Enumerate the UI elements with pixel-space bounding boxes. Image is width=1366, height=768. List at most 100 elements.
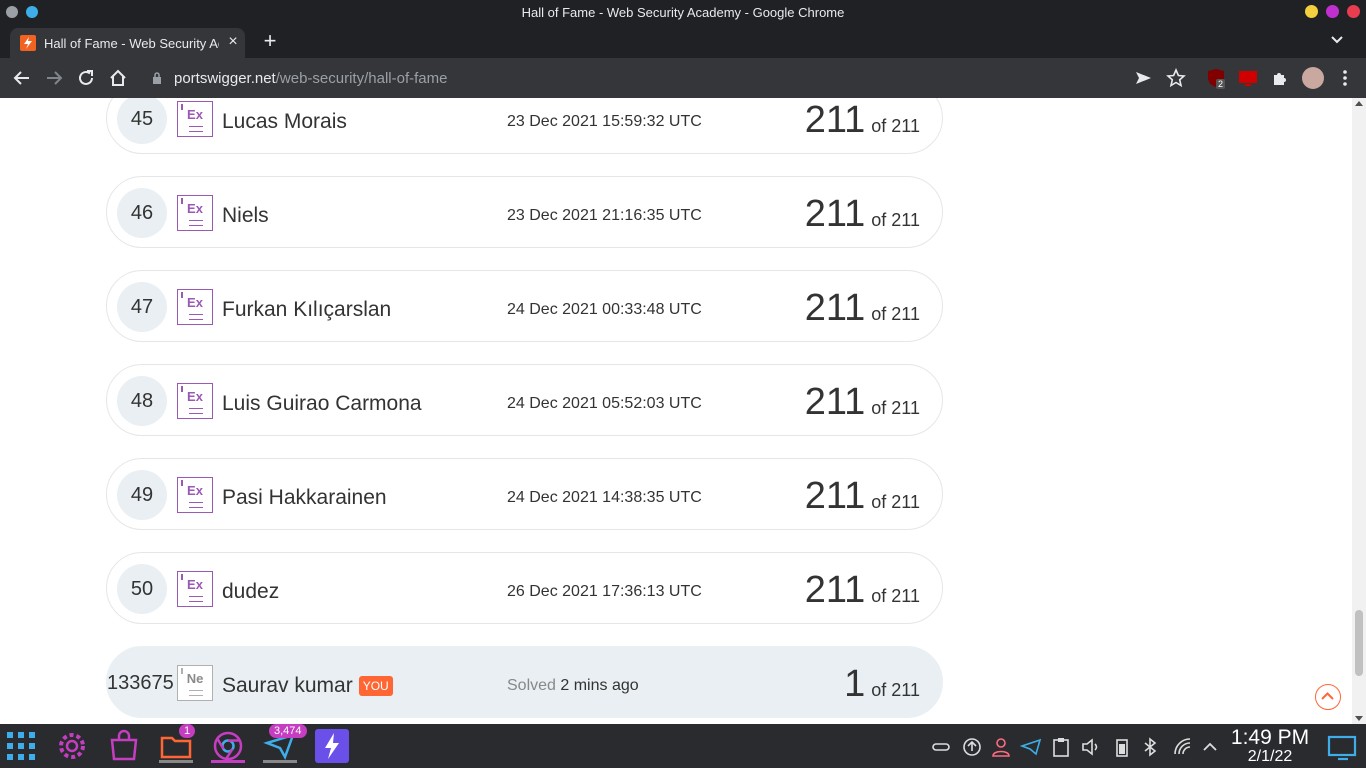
scroll-to-top-button[interactable] [1315, 684, 1341, 710]
bookmark-star-icon[interactable] [1165, 67, 1187, 89]
rank: 133675 [107, 672, 174, 694]
send-icon[interactable] [1132, 67, 1154, 89]
wifi-icon[interactable] [1172, 736, 1194, 758]
completion-date: 24 Dec 2021 00:33:48 UTC [507, 301, 702, 318]
user-name: Lucas Morais [222, 110, 347, 133]
clipboard-icon[interactable] [1050, 736, 1072, 758]
scroll-up-arrow-icon[interactable] [1355, 101, 1363, 106]
tab-search-chevron-icon[interactable] [1330, 33, 1344, 47]
ublock-count-badge: 2 [1216, 79, 1226, 89]
minimize-button[interactable] [1305, 5, 1318, 18]
window-titlebar: Hall of Fame - Web Security Academy - Go… [0, 0, 1366, 24]
notifications-app-button[interactable]: 3,474 [263, 724, 307, 763]
score: 211 of 211 [805, 193, 920, 236]
score: 211 of 211 [805, 475, 920, 518]
active-indicator [263, 760, 297, 763]
leaderboard-row: 47 Ex Furkan Kılıçarslan 24 Dec 2021 00:… [106, 270, 943, 342]
browser-toolbar: portswigger.net/web-security/hall-of-fam… [0, 58, 1366, 98]
solved-label: Solved [507, 677, 556, 694]
menu-kebab-icon[interactable] [1334, 67, 1356, 89]
score: 211 of 211 [805, 99, 920, 142]
score: 211 of 211 [805, 287, 920, 330]
chrome-icon [213, 731, 243, 761]
tab-title: Hall of Fame - Web Security Academy [44, 36, 219, 51]
score-value: 211 [804, 99, 866, 141]
files-notification-badge: 1 [179, 724, 196, 738]
address-bar[interactable]: portswigger.net/web-security/hall-of-fam… [140, 62, 1196, 94]
rank: 49 [117, 470, 167, 520]
settings-gear-icon[interactable] [55, 729, 89, 763]
score-total: of 211 [871, 586, 920, 606]
score-value: 1 [844, 663, 866, 705]
clock-date: 2/1/22 [1247, 748, 1293, 765]
app-notification-badge: 3,474 [269, 724, 307, 738]
lock-icon[interactable] [152, 72, 162, 85]
expert-badge-icon: Ex [177, 477, 213, 513]
portswigger-favicon-icon [20, 35, 36, 51]
battery-icon[interactable] [1111, 736, 1133, 758]
screen-extension-icon[interactable] [1237, 67, 1259, 89]
score-value: 211 [804, 287, 866, 329]
close-window-button[interactable] [1347, 5, 1360, 18]
page-content: 45 Ex Lucas Morais 23 Dec 2021 15:59:32 … [0, 98, 1352, 724]
solved-when: 2 mins ago [560, 677, 639, 694]
score-total: of 211 [871, 492, 920, 512]
tab-hall-of-fame[interactable]: Hall of Fame - Web Security Academy × [10, 28, 245, 58]
completion-date: 24 Dec 2021 14:38:35 UTC [507, 489, 702, 506]
score-value: 211 [804, 569, 866, 611]
user-name: Saurav kumar YOU [222, 674, 393, 698]
extensions-puzzle-icon[interactable] [1269, 67, 1291, 89]
expert-badge-icon: Ex [177, 571, 213, 607]
taskbar-clock[interactable]: 1:49 PM 2/1/22 [1226, 726, 1314, 766]
scroll-down-arrow-icon[interactable] [1355, 716, 1363, 721]
app-launcher-grid-icon[interactable] [4, 729, 38, 763]
usb-icon[interactable] [930, 736, 952, 758]
score: 211 of 211 [805, 381, 920, 424]
leaderboard-row: 46 Ex Niels 23 Dec 2021 21:16:35 UTC 211… [106, 176, 943, 248]
back-arrow-icon[interactable] [11, 67, 33, 89]
reload-icon[interactable] [75, 67, 97, 89]
leaderboard-row: 45 Ex Lucas Morais 23 Dec 2021 15:59:32 … [106, 98, 943, 154]
url-domain: portswigger.net [174, 70, 276, 87]
current-user-row: 133675 Ne Saurav kumar YOU Solved 2 mins … [106, 646, 943, 718]
home-icon[interactable] [107, 67, 129, 89]
maximize-button[interactable] [1326, 5, 1339, 18]
user-name: Pasi Hakkarainen [222, 486, 387, 509]
solved-time: Solved 2 mins ago [507, 677, 639, 695]
score-value: 211 [804, 193, 866, 235]
tray-expand-chevron-icon[interactable] [1199, 736, 1221, 758]
volume-icon[interactable] [1080, 736, 1102, 758]
telegram-tray-icon[interactable] [1020, 736, 1042, 758]
tab-strip: Hall of Fame - Web Security Academy × + [0, 24, 1366, 58]
bluetooth-icon[interactable] [1139, 736, 1161, 758]
score-total: of 211 [871, 398, 920, 418]
url-path: /web-security/hall-of-fame [275, 70, 448, 87]
user-icon[interactable] [990, 736, 1012, 758]
profile-avatar[interactable] [1302, 67, 1324, 89]
score-total: of 211 [871, 116, 920, 136]
update-icon[interactable] [961, 736, 983, 758]
tab-close-icon[interactable]: × [224, 33, 242, 51]
chrome-taskbar-button[interactable] [211, 729, 245, 763]
forward-arrow-icon[interactable] [43, 67, 65, 89]
rank: 48 [117, 376, 167, 426]
files-folder-button[interactable]: 1 [159, 724, 196, 763]
ublock-extension-icon[interactable]: 2 [1205, 67, 1227, 89]
score-total: of 211 [871, 210, 920, 230]
rank: 46 [117, 188, 167, 238]
rank: 47 [117, 282, 167, 332]
score-value: 211 [804, 381, 866, 423]
current-user-name: Saurav kumar [222, 674, 353, 697]
scrollbar-thumb[interactable] [1355, 610, 1363, 676]
active-indicator [211, 760, 245, 763]
show-desktop-icon[interactable] [1326, 734, 1360, 762]
newbie-badge-icon: Ne [177, 665, 213, 701]
expert-badge-icon: Ex [177, 195, 213, 231]
burp-taskbar-button[interactable] [315, 729, 349, 763]
expert-badge-icon: Ex [177, 101, 213, 137]
new-tab-button[interactable]: + [258, 29, 282, 53]
page-scrollbar[interactable] [1352, 98, 1366, 724]
url-text[interactable]: portswigger.net/web-security/hall-of-fam… [174, 70, 447, 87]
store-bag-icon[interactable] [107, 729, 141, 763]
user-name: Luis Guirao Carmona [222, 392, 422, 415]
